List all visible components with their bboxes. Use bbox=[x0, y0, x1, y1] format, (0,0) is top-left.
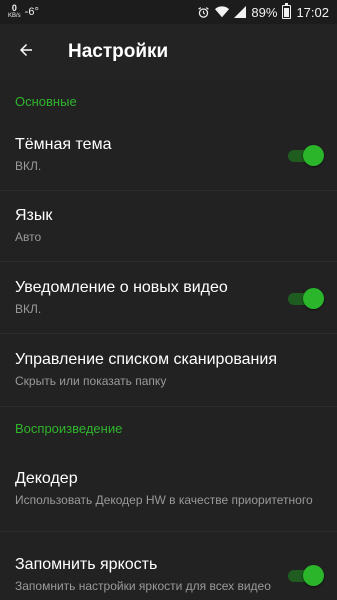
wifi-icon bbox=[215, 6, 230, 18]
pref-new-video-notification-title: Уведомление о новых видео bbox=[15, 278, 228, 296]
signal-icon bbox=[234, 6, 247, 18]
pref-remember-brightness-summary: Запомнить настройки яркости для всех вид… bbox=[15, 579, 271, 593]
temperature-text: -6° bbox=[24, 6, 39, 18]
status-bar: 0 KB/s -6° 89% 17:02 bbox=[0, 0, 337, 24]
pref-language-title: Язык bbox=[15, 207, 53, 224]
pref-decoder[interactable]: Декодер Использовать Декодер HW в качест… bbox=[0, 446, 337, 532]
pref-decoder-title: Декодер bbox=[15, 469, 78, 487]
pref-scan-list[interactable]: Управление списком сканирования Скрыть и… bbox=[0, 334, 337, 406]
network-speed-indicator: 0 KB/s bbox=[8, 4, 21, 20]
clock: 17:02 bbox=[296, 4, 329, 20]
section-header-playback: Воспроизведение bbox=[0, 406, 337, 446]
toggle-thumb bbox=[303, 287, 324, 309]
remember-brightness-toggle[interactable] bbox=[286, 565, 324, 586]
back-button[interactable] bbox=[4, 30, 48, 74]
pref-new-video-notification-summary: ВКЛ. bbox=[15, 301, 42, 316]
section-header-main: Основные bbox=[15, 94, 77, 109]
page-title: Настройки bbox=[68, 41, 169, 62]
alarm-icon bbox=[197, 6, 210, 19]
new-video-notification-toggle[interactable] bbox=[286, 287, 324, 309]
pref-scan-list-summary: Скрыть или показать папку bbox=[15, 374, 167, 388]
settings-list[interactable]: Основные Тёмная тема ВКЛ. Язык Авто Увед… bbox=[0, 80, 337, 600]
pref-dark-theme-summary: ВКЛ. bbox=[15, 159, 42, 173]
dark-theme-toggle[interactable] bbox=[286, 145, 324, 166]
battery-percent: 89% bbox=[251, 4, 278, 20]
pref-new-video-notification[interactable]: Уведомление о новых видео ВКЛ. bbox=[0, 262, 337, 334]
pref-remember-brightness-title: Запомнить яркость bbox=[15, 556, 158, 573]
toggle-thumb bbox=[303, 145, 324, 166]
network-speed-value: 0 bbox=[11, 3, 17, 13]
network-speed-unit: KB/s bbox=[8, 13, 21, 19]
pref-dark-theme[interactable]: Тёмная тема ВКЛ. bbox=[0, 120, 337, 191]
arrow-back-icon bbox=[17, 41, 35, 64]
pref-scan-list-title: Управление списком сканирования bbox=[15, 351, 277, 368]
pref-decoder-summary: Использовать Декодер HW в качестве приор… bbox=[15, 492, 313, 507]
toggle-thumb bbox=[303, 565, 324, 586]
pref-dark-theme-title: Тёмная тема bbox=[15, 136, 112, 153]
battery-icon bbox=[282, 3, 292, 19]
pref-language[interactable]: Язык Авто bbox=[0, 191, 337, 262]
pref-remember-brightness[interactable]: Запомнить яркость Запомнить настройки яр… bbox=[0, 532, 337, 600]
pref-language-summary: Авто bbox=[15, 230, 42, 244]
app-bar: Настройки bbox=[0, 24, 337, 80]
